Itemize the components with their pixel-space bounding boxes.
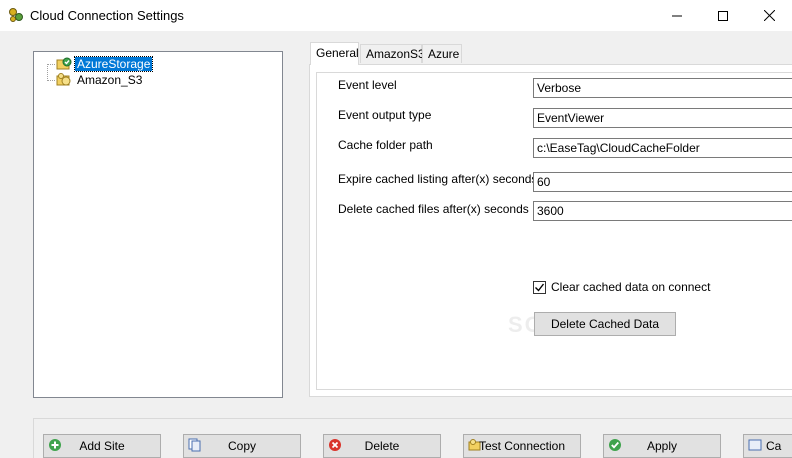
tree-item-label: AzureStorage [73, 56, 154, 72]
title-bar: Cloud Connection Settings [0, 0, 792, 31]
apply-button[interactable]: Apply [603, 434, 721, 458]
tab-azure[interactable]: Azure [422, 44, 462, 63]
delete-button[interactable]: Delete [323, 434, 441, 458]
copy-button[interactable]: Copy [183, 434, 301, 458]
tree-item-label: Amazon_S3 [77, 73, 143, 87]
maximize-icon [718, 10, 728, 21]
clear-cache-checkbox[interactable] [533, 280, 546, 294]
window-title: Cloud Connection Settings [30, 8, 184, 23]
copy-label: Copy [227, 439, 256, 453]
cloud-folder-check-icon [56, 57, 72, 70]
close-icon [763, 10, 775, 21]
apply-label: Apply [646, 439, 678, 453]
delete-label: Delete [364, 439, 400, 453]
cache-folder-path-label: Cache folder path [338, 138, 433, 152]
cancel-button[interactable]: Ca [743, 434, 792, 458]
event-output-type-field[interactable]: EventViewer [533, 108, 792, 128]
expire-cached-listing-field[interactable]: 60 [533, 172, 792, 192]
add-site-label: Add Site [79, 439, 125, 453]
tree-connector [47, 80, 55, 81]
event-output-type-label: Event output type [338, 108, 432, 122]
test-connection-label: Test Connection [478, 439, 566, 453]
cancel-icon [748, 439, 762, 451]
minimize-icon [672, 15, 682, 16]
tab-amazons3[interactable]: AmazonS3 [360, 44, 425, 63]
tab-general[interactable]: General [310, 42, 359, 65]
checkmark-icon [535, 283, 545, 292]
clear-cache-checkbox-row[interactable]: Clear cached data on connect [533, 280, 710, 294]
add-site-button[interactable]: Add Site [43, 434, 161, 458]
event-level-label: Event level [338, 78, 397, 92]
delete-cached-data-button[interactable]: Delete Cached Data [534, 312, 676, 336]
site-tree[interactable]: AzureStorage Amazon_S3 [33, 51, 283, 398]
delete-cached-files-label: Delete cached files after(x) seconds [338, 202, 529, 216]
cloud-folder-icon [56, 73, 71, 86]
tree-connector [47, 64, 48, 81]
tree-connector [47, 64, 55, 65]
cancel-label: Ca [766, 439, 782, 453]
maximize-button[interactable] [700, 0, 746, 31]
minimize-button[interactable] [654, 0, 700, 31]
event-level-field[interactable]: Verbose [533, 78, 792, 98]
expire-cached-listing-label: Expire cached listing after(x) seconds [338, 172, 538, 186]
test-connection-button[interactable]: Test Connection [463, 434, 581, 458]
clear-cache-label: Clear cached data on connect [551, 280, 711, 294]
tree-item-azurestorage[interactable]: AzureStorage [56, 56, 154, 72]
cache-folder-path-field[interactable]: c:\EaseTag\CloudCacheFolder [533, 138, 792, 158]
app-icon [9, 8, 23, 22]
delete-cached-files-field[interactable]: 3600 [533, 201, 792, 221]
close-button[interactable] [746, 0, 792, 31]
tree-item-amazon-s3[interactable]: Amazon_S3 [56, 72, 144, 88]
